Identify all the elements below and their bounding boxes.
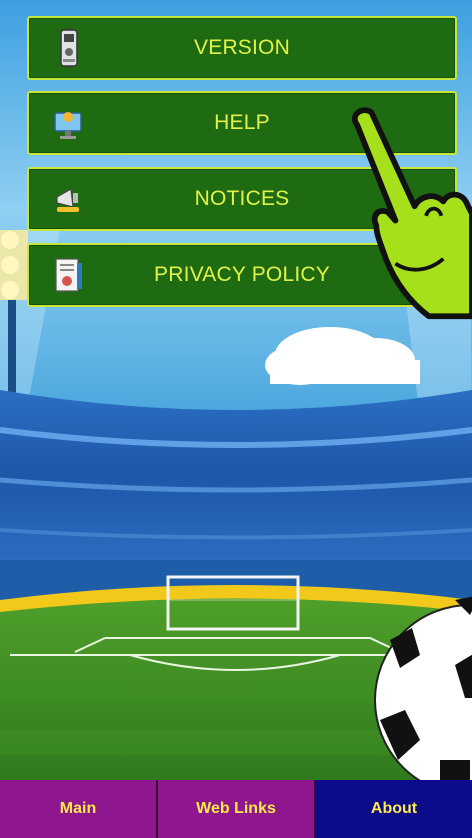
- tab-about[interactable]: About: [316, 780, 472, 838]
- version-label: VERSION: [194, 36, 290, 59]
- megaphone-icon: [56, 188, 79, 212]
- tab-main[interactable]: Main: [0, 780, 158, 838]
- notices-label: NOTICES: [194, 187, 290, 210]
- version-button[interactable]: VERSION: [27, 16, 457, 80]
- bottom-tab-bar: Main Web Links About: [0, 780, 472, 838]
- pointing-hand-icon: [351, 107, 472, 320]
- phone-icon: [60, 29, 78, 67]
- tab-web-links[interactable]: Web Links: [158, 780, 316, 838]
- document-icon: [55, 258, 82, 292]
- help-label: HELP: [214, 111, 270, 134]
- privacy-policy-label: PRIVACY POLICY: [154, 263, 330, 286]
- monitor-help-icon: [54, 112, 82, 139]
